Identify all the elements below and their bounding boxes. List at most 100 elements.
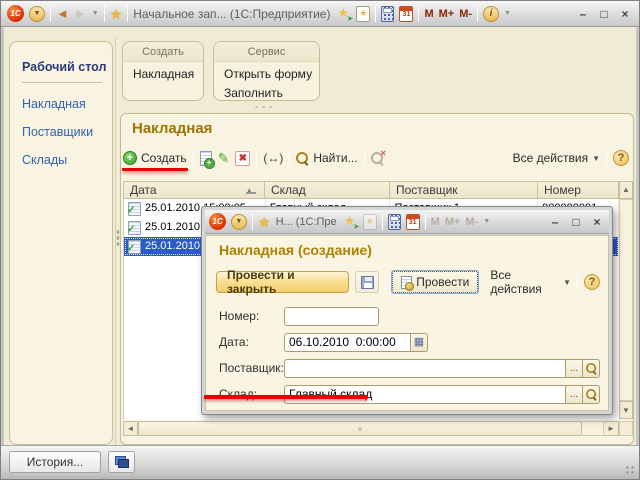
sidebar-item-nakladnaya[interactable]: Накладная [22,97,112,111]
horizontal-scrollbar[interactable]: ◄ ► [123,421,619,436]
supplier-field[interactable] [285,360,565,377]
sessions-button[interactable] [108,451,135,473]
calculator-icon[interactable] [388,214,401,230]
memory-m-plus-button[interactable]: M+ [445,216,461,228]
titlebar-separator [375,6,376,22]
number-field[interactable] [285,308,378,325]
history-button[interactable]: История... [9,451,101,473]
memory-m-button[interactable]: M [431,216,440,228]
dialog-close-button[interactable]: × [589,216,605,228]
warehouse-lookup-button[interactable]: ... [566,385,583,404]
minimize-button[interactable]: – [575,8,591,20]
copy-document-icon[interactable] [200,151,212,166]
info-button[interactable]: i [483,6,499,22]
toolbar-separator [193,150,194,166]
scrollbar-track-gap[interactable] [582,421,604,436]
scroll-up-button[interactable]: ▲ [619,181,633,199]
list-form-title: Накладная [132,120,212,137]
find-button[interactable]: Найти... [296,151,357,165]
calculator-icon[interactable] [381,6,394,22]
command-group-service: Сервис Открыть форму Заполнить [213,41,320,101]
system-menu-button[interactable] [231,214,247,230]
vertical-scrollbar-track[interactable] [619,199,633,401]
history-button-label: История... [27,455,84,469]
column-header-date[interactable]: Дата [123,181,265,199]
favorites-list-icon[interactable] [356,6,370,22]
warehouse-search-button[interactable] [583,385,600,404]
dialog-body: Накладная (создание) Провести и закрыть … [205,235,609,411]
horizontal-scroll-thumb[interactable] [138,421,582,436]
1c-logo-icon[interactable]: 1С [209,213,226,230]
date-input-wrap [284,333,411,352]
command-fill[interactable]: Заполнить [224,86,319,100]
forward-arrow-icon[interactable]: ► [74,7,87,20]
field-row-supplier: Поставщик: ... [219,358,600,378]
all-actions-button[interactable]: Все действия ▼ [513,151,600,165]
favorites-star-icon[interactable]: ★ [110,7,123,21]
warehouse-input-wrap [284,385,566,404]
find-button-label: Найти... [313,151,357,165]
cancel-search-icon[interactable]: ✕ [371,152,384,165]
back-arrow-icon[interactable]: ◄ [56,7,69,20]
supplier-search-button[interactable] [583,359,600,378]
command-open-form[interactable]: Открыть форму [224,67,319,81]
number-label: Номер: [219,309,284,323]
create-button-label: Создать [141,151,187,165]
scroll-right-button[interactable]: ► [604,421,619,436]
1c-logo-icon[interactable]: 1С [7,5,24,22]
dialog-maximize-button[interactable]: □ [568,216,584,228]
memory-m-minus-button[interactable]: M- [465,216,478,228]
sections-header: Рабочий стол [22,60,112,74]
scroll-left-button[interactable]: ◄ [123,421,138,436]
column-header-number[interactable]: Номер [538,181,619,199]
command-bar-grip[interactable] [253,105,275,109]
post-button-label: Провести [416,275,469,289]
column-header-supplier[interactable]: Поставщик [390,181,538,199]
dialog-titlebar: 1С ★ Н... (1С:Пре M M+ M- ▼ – □ × [205,210,609,234]
memory-m-minus-button[interactable]: M- [459,8,472,20]
scrollbar-corner [619,421,633,436]
command-group-title: Сервис [214,42,319,62]
add-to-favorites-icon[interactable] [342,214,358,229]
delete-icon[interactable]: ✖ [235,151,250,166]
system-menu-button[interactable] [29,6,45,22]
favorites-list-icon[interactable] [363,214,377,230]
command-group-title: Создать [123,42,203,62]
calendar-icon[interactable] [406,214,420,230]
memory-m-plus-button[interactable]: M+ [439,8,455,20]
resize-grip[interactable] [625,465,635,475]
save-button[interactable] [355,271,379,293]
more-dropdown-icon[interactable]: ▼ [483,218,490,225]
warehouse-field[interactable] [285,386,565,403]
command-create-nakladnaya[interactable]: Накладная [133,67,203,81]
table-header: Дата Склад Поставщик Номер ▲ [123,181,633,199]
column-header-warehouse[interactable]: Склад [265,181,390,199]
toolbar-separator [256,150,257,166]
date-field[interactable] [285,334,410,351]
sidebar-item-postavshchiki[interactable]: Поставщики [22,125,112,139]
set-interval-icon[interactable]: (↔) [263,151,283,165]
column-header-label: Склад [271,183,306,197]
post-button[interactable]: Провести [392,271,478,293]
memory-m-button[interactable]: M [424,8,433,20]
dialog-all-actions-button[interactable]: Все действия ▼ [490,268,571,296]
calendar-icon[interactable] [399,6,413,22]
close-button[interactable]: × [617,8,633,20]
dialog-minimize-button[interactable]: – [547,216,563,228]
history-dropdown-icon[interactable]: ▼ [92,10,99,17]
favorites-star-icon[interactable]: ★ [258,215,271,229]
app-window: 1С ◄ ► ▼ ★ Начальное зап... (1С:Предприя… [0,0,640,480]
dialog-help-button[interactable]: ? [584,274,600,290]
help-button[interactable]: ? [613,150,629,166]
post-and-close-button[interactable]: Провести и закрыть [216,271,349,293]
add-to-favorites-icon[interactable] [335,6,351,21]
edit-pencil-icon[interactable]: ✎ [218,151,230,165]
maximize-button[interactable]: □ [596,8,612,20]
sidebar-item-sklady[interactable]: Склады [22,153,112,167]
date-picker-button[interactable]: ▦ [411,333,428,352]
supplier-lookup-button[interactable]: ... [566,359,583,378]
titlebar-separator [477,6,478,22]
scroll-down-button[interactable]: ▼ [619,401,633,419]
create-button[interactable]: + Создать [123,151,187,165]
info-dropdown-icon[interactable]: ▼ [504,10,511,17]
